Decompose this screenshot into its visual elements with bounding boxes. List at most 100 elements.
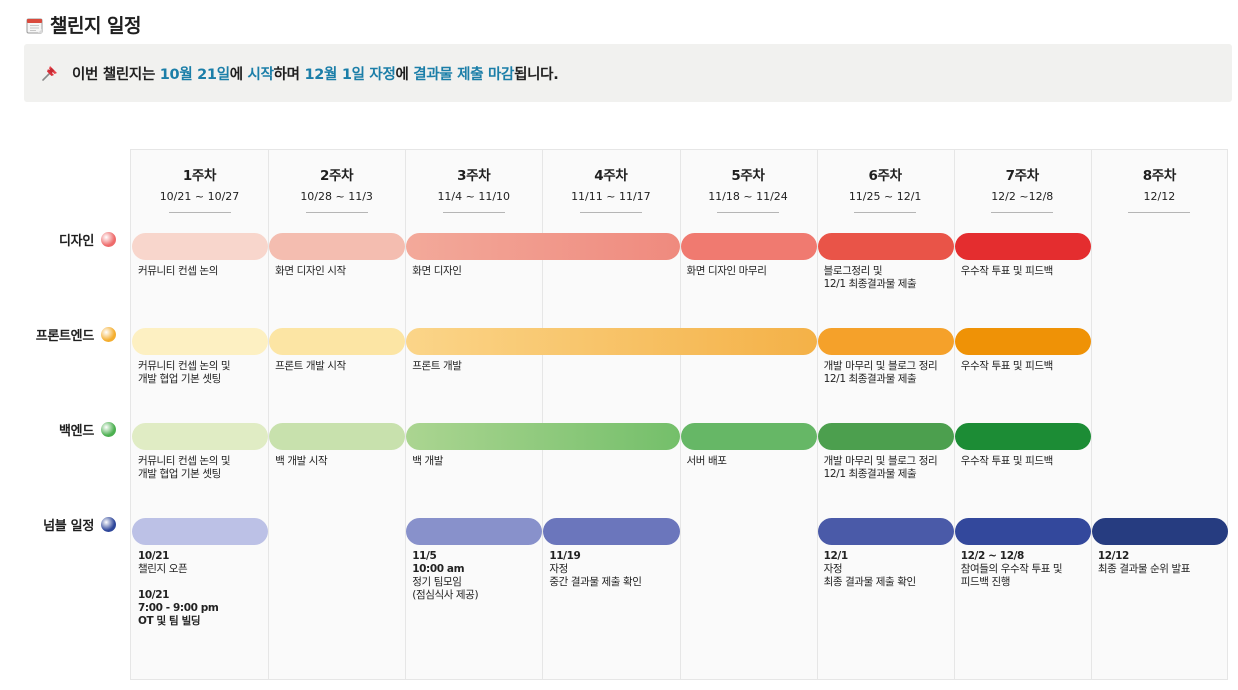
week-label: 6주차 bbox=[868, 168, 902, 184]
note-line: 자정 bbox=[823, 563, 843, 575]
note-line: 12/1 bbox=[823, 550, 849, 562]
note-line: 7:00 - 9:00 pm bbox=[138, 602, 219, 614]
week-underline bbox=[854, 212, 917, 213]
note-line: 챌린지 오픈 bbox=[138, 563, 188, 575]
callout-segment: 하며 bbox=[273, 66, 305, 83]
schedule-note: 10/21 챌린지 오픈 10/21 7:00 - 9:00 pm OT 및 팀 빌딩 bbox=[138, 550, 219, 628]
schedule-bar bbox=[132, 423, 269, 450]
note-line: 최종 결과물 제출 확인 bbox=[823, 576, 917, 588]
note-line: 우수작 투표 및 피드백 bbox=[960, 360, 1054, 372]
week-date-range: 11/25 ~ 12/1 bbox=[848, 190, 922, 203]
note-line: 서버 배포 bbox=[686, 455, 727, 467]
week-header: 3주차 11/4 ~ 11/10 bbox=[405, 164, 542, 213]
week-header: 6주차 11/25 ~ 12/1 bbox=[817, 164, 954, 213]
week-underline bbox=[1128, 212, 1191, 213]
schedule-note: 우수작 투표 및 피드백 bbox=[961, 265, 1054, 278]
callout-segment: 됩니다. bbox=[514, 66, 559, 83]
week-underline bbox=[991, 212, 1054, 213]
track-label: 디자인 bbox=[59, 230, 116, 249]
schedule-grid: 1주차 10/21 ~ 10/27 2주차 10/28 ~ 11/3 3주차 11/4 ~… bbox=[130, 149, 1228, 680]
callout-highlight: 10월 21일 bbox=[159, 66, 230, 83]
track-name: 넘블 일정 bbox=[43, 519, 94, 534]
note-line: 커뮤니티 컨셉 논의 및 bbox=[138, 360, 231, 372]
callout-highlight: 12월 1일 자정 bbox=[304, 66, 396, 83]
track-label: 프론트엔드 bbox=[36, 325, 116, 344]
week-underline bbox=[305, 212, 368, 213]
schedule-note: 백 개발 bbox=[412, 455, 443, 468]
note-line: 12/1 최종결과물 제출 bbox=[823, 468, 917, 480]
schedule-bar bbox=[817, 423, 954, 450]
note-line: 12/1 최종결과물 제출 bbox=[823, 373, 917, 385]
schedule-bar bbox=[817, 233, 954, 260]
note-line: 12/1 최종결과물 제출 bbox=[823, 278, 917, 290]
page-header: 챌린지 일정 bbox=[26, 11, 142, 38]
schedule-note: 화면 디자인 시작 bbox=[275, 265, 346, 278]
schedule-note: 서버 배포 bbox=[687, 455, 727, 468]
track-color-dot bbox=[101, 232, 116, 247]
week-underline bbox=[442, 212, 505, 213]
schedule-note: 개발 마무리 및 블로그 정리 12/1 최종결과물 제출 bbox=[824, 455, 938, 481]
week-underline bbox=[579, 212, 642, 213]
schedule-note: 12/2 ~ 12/8 참여들의 우수작 투표 및 피드백 진행 bbox=[960, 550, 1063, 589]
schedule-note: 커뮤니티 컨셉 논의 및 개발 협업 기본 셋팅 bbox=[138, 455, 231, 481]
week-header: 7주차 12/2 ~12/8 bbox=[954, 164, 1091, 213]
schedule-bar bbox=[406, 233, 680, 260]
note-line: 백 개발 bbox=[412, 455, 443, 467]
schedule-bar bbox=[269, 423, 406, 450]
callout-highlight: 시작 bbox=[247, 66, 274, 83]
column-divider bbox=[679, 150, 681, 679]
week-date-range: 12/2 ~12/8 bbox=[991, 190, 1054, 203]
note-line: 11/5 bbox=[412, 550, 437, 562]
schedule-bar bbox=[132, 233, 269, 260]
schedule-note: 커뮤니티 컨셉 논의 및 개발 협업 기본 셋팅 bbox=[138, 360, 231, 386]
note-line: 10/21 bbox=[138, 589, 170, 601]
note-line: 백 개발 시작 bbox=[275, 455, 328, 467]
callout-text: 이번 챌린지는 10월 21일에 시작하며 12월 1일 자정에 결과물 제출 … bbox=[72, 63, 559, 84]
track-name: 프론트엔드 bbox=[35, 329, 95, 344]
column-divider bbox=[1090, 150, 1092, 679]
track-label: 백엔드 bbox=[59, 420, 116, 439]
column-divider bbox=[405, 150, 407, 679]
week-underline bbox=[168, 212, 231, 213]
calendar-icon bbox=[26, 16, 44, 34]
note-line: 11/19 bbox=[549, 550, 581, 562]
schedule-bar bbox=[954, 518, 1091, 545]
week-header: 2주차 10/28 ~ 11/3 bbox=[268, 164, 405, 213]
page-title: 챌린지 일정 bbox=[50, 15, 142, 37]
info-callout: 이번 챌린지는 10월 21일에 시작하며 12월 1일 자정에 결과물 제출 … bbox=[24, 44, 1232, 102]
schedule-bar bbox=[543, 518, 680, 545]
schedule-note: 우수작 투표 및 피드백 bbox=[961, 455, 1054, 468]
week-header: 5주차 11/18 ~ 11/24 bbox=[680, 164, 817, 213]
note-line: 12/2 ~ 12/8 bbox=[960, 550, 1025, 562]
note-line: 최종 결과물 순위 발표 bbox=[1097, 563, 1191, 575]
schedule-note: 프론트 개발 bbox=[412, 360, 462, 373]
note-line: 개발 마무리 및 블로그 정리 bbox=[823, 360, 938, 372]
note-line: 프론트 개발 bbox=[412, 360, 462, 372]
note-line: 자정 bbox=[549, 563, 568, 575]
week-label: 7주차 bbox=[1005, 168, 1040, 184]
week-underline bbox=[717, 212, 779, 213]
schedule-note: 화면 디자인 마무리 bbox=[687, 265, 767, 278]
callout-segment: 에 bbox=[229, 66, 248, 83]
column-divider bbox=[816, 150, 818, 679]
note-line bbox=[138, 576, 218, 589]
schedule-note: 우수작 투표 및 피드백 bbox=[960, 360, 1054, 373]
schedule-note: 12/1 자정 최종 결과물 제출 확인 bbox=[823, 550, 917, 589]
callout-highlight: 결과물 제출 마감 bbox=[413, 66, 515, 83]
schedule-bar bbox=[680, 233, 817, 260]
column-divider bbox=[953, 150, 955, 679]
schedule-bar bbox=[406, 423, 680, 450]
column-divider bbox=[268, 150, 270, 679]
week-header: 4주차 11/11 ~ 11/17 bbox=[542, 164, 679, 213]
week-label: 3주차 bbox=[457, 168, 491, 184]
schedule-note: 12/12 최종 결과물 순위 발표 bbox=[1097, 550, 1191, 576]
schedule-bar bbox=[954, 233, 1091, 260]
note-line: 개발 협업 기본 셋팅 bbox=[138, 373, 221, 385]
note-line: 참여들의 우수작 투표 및 bbox=[960, 563, 1063, 575]
note-line: OT 및 팀 빌딩 bbox=[138, 615, 201, 627]
schedule-bar bbox=[954, 423, 1091, 450]
note-line: 10/21 bbox=[138, 550, 170, 562]
schedule-bar bbox=[817, 518, 954, 545]
schedule-bar bbox=[132, 518, 269, 545]
schedule-bar bbox=[1091, 518, 1228, 545]
